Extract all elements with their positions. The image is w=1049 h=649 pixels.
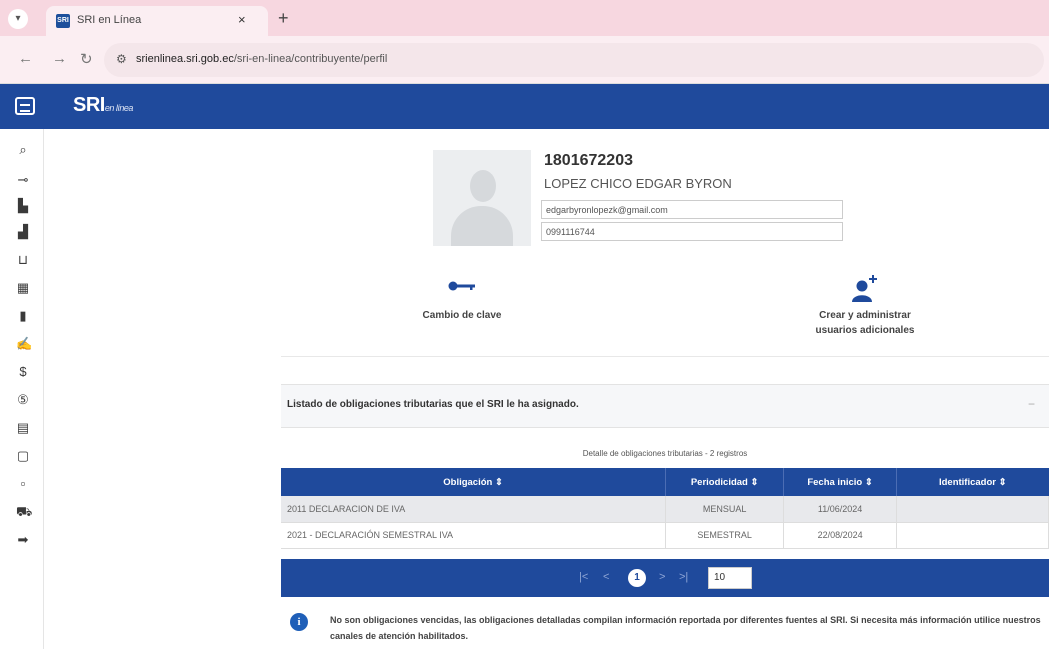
arrow-right-icon[interactable]: ➡ <box>16 533 30 547</box>
table-row[interactable]: 2011 DECLARACION DE IVA MENSUAL 11/06/20… <box>281 496 1049 523</box>
divider <box>281 356 1049 357</box>
email-field[interactable] <box>541 200 843 219</box>
url-input[interactable]: ⚙ srienlinea.sri.gob.ec/sri-en-linea/con… <box>104 43 1044 77</box>
browser-tab-bar: ▾ SRI SRI en Línea × + <box>0 0 1049 36</box>
sri-logo[interactable]: SRIen línea <box>73 94 133 117</box>
column-header-obligation[interactable]: Obligación ⇕ <box>281 468 667 496</box>
sidebar: ⌕ ⊸ ▙ ▟ ⊔ ▦ ▮ ✍ $ ⑤ ▤ ▢ ▫ ⛟ ➡ <box>0 129 44 649</box>
barcode-icon[interactable]: ▤ <box>16 421 30 435</box>
phone-field[interactable] <box>541 222 843 241</box>
column-header-period[interactable]: Periodicidad ⇕ <box>665 468 785 496</box>
app-header: SRIen línea <box>0 84 1049 129</box>
add-user-icon[interactable] <box>850 274 880 302</box>
site-info-icon[interactable]: ⚙ <box>116 52 127 66</box>
column-header-id[interactable]: Identificador ⇕ <box>896 468 1049 496</box>
forward-icon[interactable]: → <box>52 50 67 67</box>
page-1-button[interactable]: 1 <box>628 569 646 587</box>
inbox-icon[interactable]: ⊔ <box>16 253 30 267</box>
tab-search-button[interactable]: ▾ <box>8 9 28 29</box>
cell-id <box>896 522 1049 549</box>
page-size-select[interactable]: 10 <box>708 567 752 589</box>
url-text: srienlinea.sri.gob.ec/sri-en-linea/contr… <box>136 53 388 65</box>
document-icon[interactable]: ▮ <box>16 309 30 323</box>
file-icon[interactable]: ▫ <box>16 477 30 491</box>
calculator-icon[interactable]: ▦ <box>16 281 30 295</box>
cell-period: MENSUAL <box>665 496 785 523</box>
ruc-number: 1801672203 <box>544 152 633 169</box>
cell-id <box>896 496 1049 523</box>
sri-favicon: SRI <box>56 14 70 28</box>
info-notice: No son obligaciones vencidas, las obliga… <box>330 615 1041 641</box>
form-icon[interactable]: ▢ <box>16 449 30 463</box>
search-icon[interactable]: ⌕ <box>16 143 30 157</box>
car-icon[interactable]: ⛟ <box>16 505 32 519</box>
handshake-icon[interactable]: ✍ <box>16 337 32 351</box>
cell-period: SEMESTRAL <box>665 522 785 549</box>
prev-page-button[interactable]: < <box>603 571 609 583</box>
info-icon: i <box>290 613 308 631</box>
new-tab-button[interactable]: + <box>278 8 289 29</box>
factory-icon[interactable]: ▟ <box>16 225 30 239</box>
panel-title: Listado de obligaciones tributarias que … <box>287 399 579 410</box>
browser-tab[interactable]: SRI SRI en Línea × <box>46 6 268 36</box>
obligations-table: Obligación ⇕ Periodicidad ⇕ Fecha inicio… <box>281 468 1049 549</box>
collapse-icon[interactable]: − <box>1028 397 1035 411</box>
cell-start: 11/06/2024 <box>783 496 898 523</box>
next-page-button[interactable]: > <box>659 571 665 583</box>
menu-icon[interactable] <box>15 97 35 115</box>
change-password-link[interactable]: Cambio de clave <box>400 308 524 323</box>
first-page-button[interactable]: |< <box>579 571 588 583</box>
taxpayer-name: LOPEZ CHICO EDGAR BYRON <box>544 176 732 191</box>
paginator: |< < 1 > >| 10 <box>281 559 1049 597</box>
reload-icon[interactable]: ↻ <box>80 50 93 68</box>
create-users-link[interactable]: Crear y administrar usuarios adicionales <box>795 308 935 338</box>
column-header-start[interactable]: Fecha inicio ⇕ <box>783 468 898 496</box>
table-caption: Detalle de obligaciones tributarias - 2 … <box>582 449 748 458</box>
key-icon[interactable]: ⊸ <box>16 173 30 187</box>
table-row[interactable]: 2021 - DECLARACIÓN SEMESTRAL IVA SEMESTR… <box>281 522 1049 549</box>
last-page-button[interactable]: >| <box>679 571 688 583</box>
building-icon[interactable]: ▙ <box>16 199 30 213</box>
cell-start: 22/08/2024 <box>783 522 898 549</box>
tab-title: SRI en Línea <box>77 14 142 26</box>
tab-close-icon[interactable]: × <box>238 12 246 27</box>
coin-icon[interactable]: ⑤ <box>16 393 30 407</box>
avatar <box>433 150 531 246</box>
cell-obligation: 2011 DECLARACION DE IVA <box>281 496 667 523</box>
key-icon[interactable] <box>448 280 476 292</box>
dollar-icon[interactable]: $ <box>16 365 30 379</box>
cell-obligation: 2021 - DECLARACIÓN SEMESTRAL IVA <box>281 522 667 549</box>
back-icon[interactable]: ← <box>18 50 33 67</box>
obligations-panel-header[interactable]: Listado de obligaciones tributarias que … <box>281 384 1049 428</box>
address-bar-row: ← → ↻ ⚙ srienlinea.sri.gob.ec/sri-en-lin… <box>0 36 1049 84</box>
